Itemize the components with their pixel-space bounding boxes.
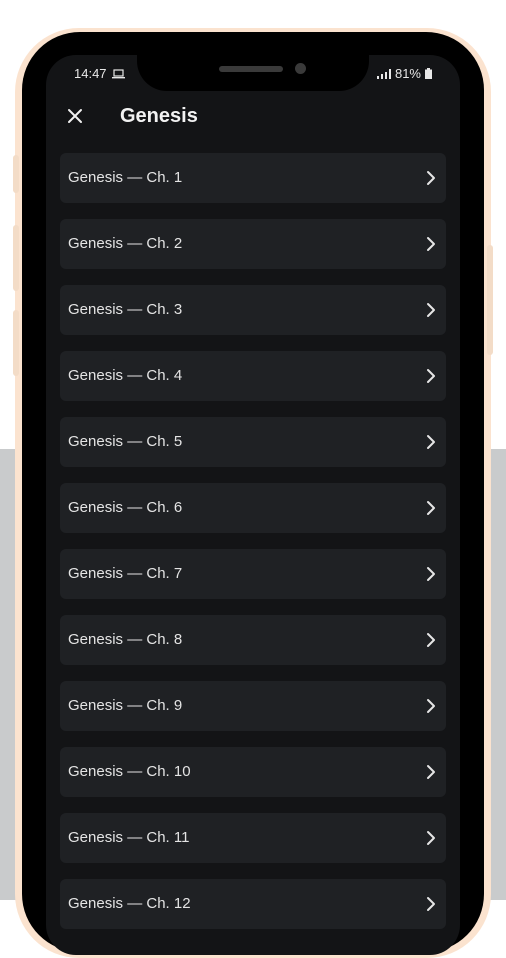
phone-side-button [13, 225, 19, 291]
chevron-right-icon [427, 237, 435, 251]
chapter-label: Genesis — Ch. 1 [68, 169, 183, 186]
status-indicators: 81% [376, 66, 432, 81]
chapter-label: Genesis — Ch. 11 [68, 829, 190, 846]
signal-icon [376, 68, 391, 79]
chapter-item[interactable]: Genesis — Ch. 11 [60, 813, 446, 863]
phone-screen: 14:47 81% Genesis Genesis — Ch. 1 Genesi… [46, 55, 460, 955]
chapter-item[interactable]: Genesis — Ch. 7 [60, 549, 446, 599]
chapter-item[interactable]: Genesis — Ch. 10 [60, 747, 446, 797]
chapter-item[interactable]: Genesis — Ch. 5 [60, 417, 446, 467]
chevron-right-icon [427, 171, 435, 185]
chapter-label: Genesis — Ch. 12 [68, 895, 191, 912]
chapter-list: Genesis — Ch. 1 Genesis — Ch. 2 Genesis … [60, 153, 446, 945]
chapter-label: Genesis — Ch. 3 [68, 301, 183, 318]
battery-percent: 81% [394, 66, 421, 81]
chapter-label: Genesis — Ch. 10 [68, 763, 191, 780]
chevron-right-icon [427, 699, 435, 713]
chapter-label: Genesis — Ch. 4 [68, 367, 183, 384]
chapter-item[interactable]: Genesis — Ch. 1 [60, 153, 446, 203]
chapter-label: Genesis — Ch. 8 [68, 631, 183, 648]
chapter-item[interactable]: Genesis — Ch. 9 [60, 681, 446, 731]
chapter-item[interactable]: Genesis — Ch. 2 [60, 219, 446, 269]
chapter-item[interactable]: Genesis — Ch. 3 [60, 285, 446, 335]
laptop-icon [112, 69, 126, 79]
page-title: Genesis [120, 105, 198, 127]
battery-icon [425, 68, 432, 79]
app-header: Genesis [46, 97, 460, 137]
close-icon [68, 109, 82, 123]
phone-side-button [487, 245, 493, 355]
chevron-right-icon [427, 765, 435, 779]
chevron-right-icon [427, 831, 435, 845]
status-time: 14:47 [74, 66, 126, 81]
chapter-label: Genesis — Ch. 6 [68, 499, 183, 516]
chevron-right-icon [427, 897, 435, 911]
chevron-right-icon [427, 369, 435, 383]
close-button[interactable] [62, 103, 88, 129]
speaker [219, 66, 283, 72]
chevron-right-icon [427, 435, 435, 449]
chapter-label: Genesis — Ch. 5 [68, 433, 183, 450]
phone-side-button [13, 155, 19, 193]
chevron-right-icon [427, 633, 435, 647]
phone-side-button [13, 310, 19, 376]
chapter-item[interactable]: Genesis — Ch. 6 [60, 483, 446, 533]
chevron-right-icon [427, 567, 435, 581]
notch [137, 55, 369, 91]
chapter-label: Genesis — Ch. 9 [68, 697, 183, 714]
chevron-right-icon [427, 501, 435, 515]
chapter-label: Genesis — Ch. 7 [68, 565, 183, 582]
chapter-label: Genesis — Ch. 2 [68, 235, 183, 252]
chapter-item[interactable]: Genesis — Ch. 4 [60, 351, 446, 401]
chapter-item[interactable]: Genesis — Ch. 8 [60, 615, 446, 665]
front-camera [295, 63, 306, 74]
chevron-right-icon [427, 303, 435, 317]
chapter-item[interactable]: Genesis — Ch. 12 [60, 879, 446, 929]
